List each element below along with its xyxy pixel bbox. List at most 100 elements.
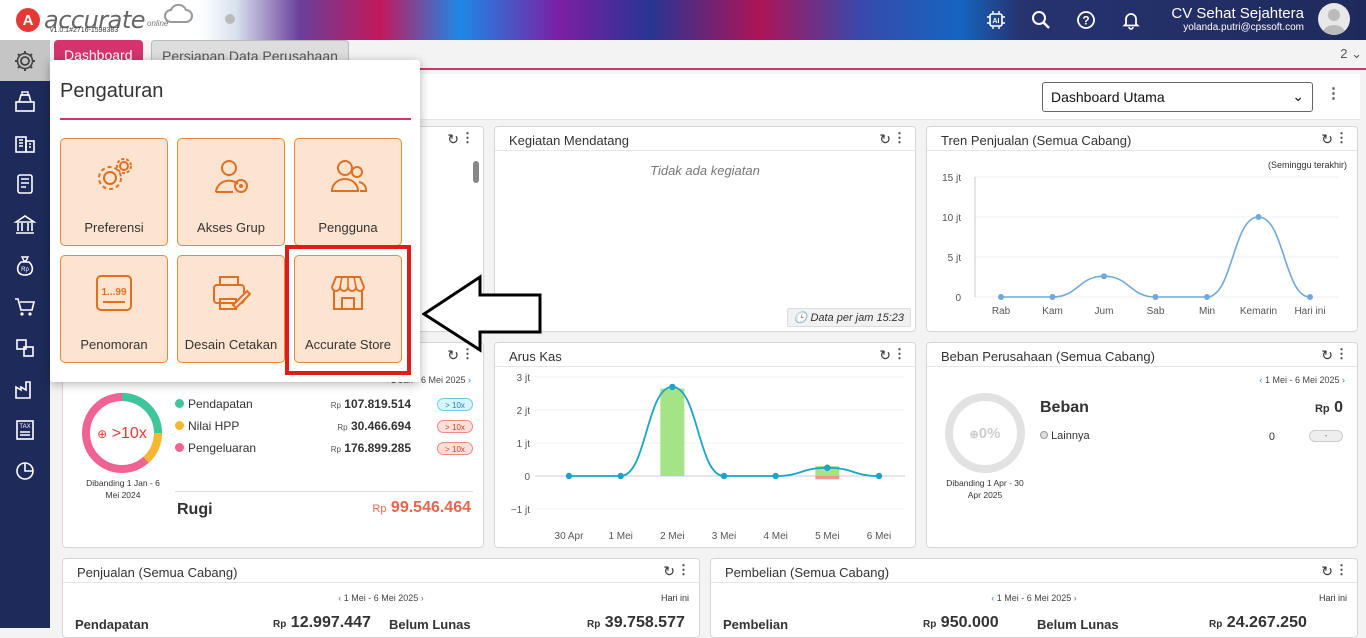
chevron-right-icon[interactable]: › xyxy=(1342,375,1345,385)
ai-icon[interactable]: AI xyxy=(985,9,1007,31)
scrollbar-thumb[interactable] xyxy=(473,161,479,183)
chevron-right-icon[interactable]: › xyxy=(1074,593,1077,603)
sidebar-item-aset[interactable] xyxy=(0,368,50,409)
laba-row-amount: 30.466.694 xyxy=(350,419,411,433)
tile-label: Penomoran xyxy=(80,337,148,352)
reload-icon[interactable]: ↻ xyxy=(879,131,891,148)
date-range: ‹ 1 Mei - 6 Mei 2025 › xyxy=(1259,375,1345,385)
data-time-text: Data per jam 15:23 xyxy=(810,312,904,324)
reload-icon[interactable]: ↻ xyxy=(663,563,675,580)
card-penjualan: Penjualan (Semua Cabang) ↻ ⋮ ‹ 1 Mei - 6… xyxy=(62,558,700,638)
tile-pengguna[interactable]: Pengguna xyxy=(294,138,402,246)
laba-row-tag: > 10x xyxy=(437,398,473,411)
laba-row-value: Rp 176.899.285 xyxy=(331,441,411,455)
card-menu-icon[interactable]: ⋮ xyxy=(893,346,906,362)
penjualan-label1: Pendapatan xyxy=(75,617,149,632)
laba-row-label: Pengeluaran xyxy=(188,441,257,455)
date-range-text: 1 Mei - 6 Mei 2025 xyxy=(1264,375,1340,385)
tile-label: Desain Cetakan xyxy=(184,337,278,352)
sidebar-item-buku[interactable] xyxy=(0,163,50,204)
highlight-box xyxy=(285,245,411,375)
sidebar-item-pengaturan[interactable] xyxy=(0,40,50,81)
pembelian-value2: Rp 24.267.250 xyxy=(1209,614,1307,632)
data-point xyxy=(669,383,676,391)
chevron-left-icon[interactable]: ‹ xyxy=(1259,375,1262,385)
beban-donut-value: 0% xyxy=(978,425,1001,442)
tile-penomoran[interactable]: 1...99 Penomoran xyxy=(60,255,168,363)
x-tick-label: Kam xyxy=(1042,306,1063,317)
card-menu-icon[interactable]: ⋮ xyxy=(461,130,474,146)
company-info[interactable]: CV Sehat Sejahtera yolanda.putri@cpssoft… xyxy=(1171,5,1304,33)
card-tren-penjualan: Tren Penjualan (Semua Cabang) ↻ ⋮ (Semin… xyxy=(926,126,1358,332)
y-tick-label: 3 jt xyxy=(517,373,531,384)
penjualan-value1: Rp 12.997.447 xyxy=(273,614,371,632)
data-point xyxy=(824,464,831,471)
card-menu-icon[interactable]: ⋮ xyxy=(1335,562,1348,578)
x-tick-label: 6 Mei xyxy=(867,531,891,542)
sidebar-item-pajak[interactable]: TAX xyxy=(0,409,50,450)
status-dot xyxy=(225,14,235,24)
laba-row-label: Pendapatan xyxy=(188,397,253,411)
inventory-icon xyxy=(16,338,34,357)
card-beban: Beban Perusahaan (Semua Cabang) ↻ ⋮ ‹ 1 … xyxy=(926,342,1358,548)
y-tick-label: 15 jt xyxy=(942,173,961,184)
chevron-down-icon: ⌄ xyxy=(1292,88,1304,104)
reload-icon[interactable]: ↻ xyxy=(447,131,459,148)
divider xyxy=(927,366,1357,367)
dashboard-select[interactable]: Dashboard Utama ⌄ xyxy=(1042,82,1313,112)
sidebar-item-kas[interactable] xyxy=(0,81,50,122)
card-menu-icon[interactable]: ⋮ xyxy=(1335,130,1348,146)
sidebar-item-persediaan[interactable] xyxy=(0,327,50,368)
sidebar-item-perusahaan[interactable] xyxy=(0,122,50,163)
card-menu-icon[interactable]: ⋮ xyxy=(893,130,906,146)
chevron-down-icon: ⌄ xyxy=(1351,46,1362,61)
search-icon[interactable] xyxy=(1030,9,1052,31)
y-tick-label: 1 jt xyxy=(517,439,531,450)
penjualan-value2-amount: 39.758.577 xyxy=(604,614,685,631)
sidebar-item-pembelian[interactable] xyxy=(0,286,50,327)
bell-icon[interactable] xyxy=(1120,9,1142,31)
pembelian-value1: Rp 950.000 xyxy=(923,614,999,632)
tren-chart: 15 jt 10 jt 5 jt 0 Rab Kam Jum Sab Min Kemarin Har… xyxy=(942,173,1339,317)
gear-icon xyxy=(15,50,35,71)
svg-text:TAX: TAX xyxy=(19,424,30,430)
card-menu-icon[interactable]: ⋮ xyxy=(1335,346,1348,362)
y-tick-label: 10 jt xyxy=(942,213,961,224)
tab-count[interactable]: 2 ⌄ xyxy=(1340,46,1362,62)
reload-icon[interactable]: ↻ xyxy=(1321,563,1333,580)
sidebar-item-bank[interactable] xyxy=(0,204,50,245)
help-icon[interactable]: ? xyxy=(1075,9,1097,31)
reload-icon[interactable]: ↻ xyxy=(1321,131,1333,148)
chevron-right-icon[interactable]: › xyxy=(421,593,424,603)
chevron-left-icon[interactable]: ‹ xyxy=(338,593,341,603)
sidebar-item-penjualan[interactable]: Rp xyxy=(0,245,50,286)
reload-icon[interactable]: ↻ xyxy=(1321,347,1333,364)
dashboard-menu-icon[interactable]: ⋮ xyxy=(1326,86,1341,101)
tile-label: Pengguna xyxy=(318,220,378,235)
cart-icon xyxy=(15,297,36,316)
pembelian-label1: Pembelian xyxy=(723,617,789,632)
sidebar-item-laporan[interactable] xyxy=(0,450,50,491)
laba-row: Nilai HPP Rp 30.466.694 > 10x xyxy=(175,419,473,437)
tax-icon: TAX xyxy=(16,419,34,440)
card-menu-icon[interactable]: ⋮ xyxy=(677,562,690,578)
pointer-arrow-icon xyxy=(422,274,542,353)
y-tick-label: −1 jt xyxy=(511,505,530,516)
reload-icon[interactable]: ↻ xyxy=(879,347,891,364)
x-tick-label: 5 Mei xyxy=(815,531,839,542)
chevron-left-icon[interactable]: ‹ xyxy=(991,593,994,603)
dashboard-select-value: Dashboard Utama xyxy=(1051,89,1165,105)
laba-badge: ⊕ >10x xyxy=(90,425,154,443)
date-range: ‹ 1 Mei - 6 Mei 2025 › xyxy=(63,593,699,603)
x-tick-label: 3 Mei xyxy=(712,531,736,542)
tile-akses-grup[interactable]: Akses Grup xyxy=(177,138,285,246)
avatar[interactable] xyxy=(1318,3,1350,35)
beban-item: Lainnya xyxy=(1040,430,1090,442)
x-tick-label: Rab xyxy=(992,306,1011,317)
tile-preferensi[interactable]: Preferensi xyxy=(60,138,168,246)
laba-compare: Dibanding 1 Jan - 6 Mei 2024 xyxy=(86,478,160,500)
laba-row-value: Rp 30.466.694 xyxy=(337,419,411,433)
chevron-right-icon[interactable]: › xyxy=(468,375,471,385)
rp-label: Rp xyxy=(1209,619,1223,630)
tile-desain-cetakan[interactable]: Desain Cetakan xyxy=(177,255,285,363)
